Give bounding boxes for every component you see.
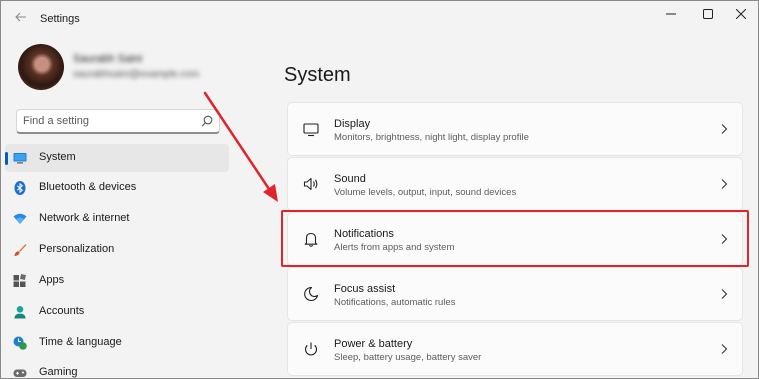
moon-icon [304, 286, 319, 302]
sidebar-item-label: Bluetooth & devices [39, 181, 137, 193]
system-icon [13, 153, 27, 164]
card-subtitle: Notifications, automatic rules [334, 297, 456, 308]
chevron-right-icon [721, 179, 728, 189]
maximize-icon [703, 9, 713, 19]
sidebar-item-label: Network & internet [39, 212, 130, 224]
brush-icon [14, 244, 27, 256]
title-bar: Settings [1, 1, 758, 37]
card-title: Power & battery [334, 338, 413, 350]
page-title: System [284, 64, 351, 86]
chevron-right-icon [721, 234, 728, 244]
accounts-icon [14, 306, 26, 319]
sidebar-item-label: Personalization [39, 243, 115, 255]
minimize-button[interactable] [654, 1, 688, 27]
sidebar-item-label: System [39, 151, 76, 163]
card-focus-assist[interactable]: Focus assist Notifications, automatic ru… [287, 267, 743, 321]
minimize-icon [666, 13, 676, 15]
card-subtitle: Alerts from apps and system [334, 242, 455, 253]
sidebar: Saurabh Saini saurabhsaini@example.com S… [1, 37, 241, 378]
main-content: System Display Monitors, brightness, nig… [241, 37, 758, 378]
sidebar-item-label: Accounts [39, 305, 85, 317]
chevron-right-icon [721, 124, 728, 134]
gaming-icon [13, 369, 27, 377]
chevron-right-icon [721, 344, 728, 354]
sidebar-item-bluetooth[interactable]: Bluetooth & devices [5, 174, 229, 202]
card-title: Focus assist [334, 283, 396, 295]
sidebar-item-label: Time & language [39, 336, 122, 348]
sidebar-item-personalization[interactable]: Personalization [5, 236, 229, 264]
app-title: Settings [40, 13, 80, 25]
selection-indicator [5, 152, 8, 165]
card-display[interactable]: Display Monitors, brightness, night ligh… [287, 102, 743, 156]
card-subtitle: Monitors, brightness, night light, displ… [334, 132, 529, 143]
bluetooth-icon [14, 181, 26, 195]
apps-icon [13, 274, 26, 287]
display-icon [303, 123, 319, 137]
close-button[interactable] [724, 1, 758, 27]
time-language-icon [13, 336, 27, 350]
sidebar-item-apps[interactable]: Apps [5, 267, 229, 295]
search-icon[interactable] [200, 114, 214, 128]
card-subtitle: Volume levels, output, input, sound devi… [334, 187, 517, 198]
sidebar-item-label: Apps [39, 274, 65, 286]
speaker-icon [303, 177, 318, 191]
wifi-icon [13, 213, 27, 224]
avatar[interactable] [18, 44, 64, 90]
chevron-right-icon [721, 289, 728, 299]
sidebar-item-gaming[interactable]: Gaming [5, 359, 229, 378]
bell-icon [304, 232, 318, 247]
search-input[interactable] [17, 114, 200, 128]
sidebar-item-time-language[interactable]: Time & language [5, 329, 229, 357]
card-title: Notifications [334, 228, 394, 240]
sidebar-item-label: Gaming [39, 366, 78, 378]
card-sound[interactable]: Sound Volume levels, output, input, soun… [287, 157, 743, 211]
card-notifications[interactable]: Notifications Alerts from apps and syste… [287, 212, 743, 266]
search-box[interactable] [16, 109, 220, 134]
card-subtitle: Sleep, battery usage, battery saver [334, 352, 482, 363]
back-arrow-icon[interactable] [13, 10, 29, 26]
card-title: Display [334, 118, 371, 130]
card-title: Sound [334, 173, 366, 185]
card-power-battery[interactable]: Power & battery Sleep, battery usage, ba… [287, 322, 743, 376]
user-name: Saurabh Saini [73, 53, 143, 65]
power-icon [305, 342, 317, 356]
sidebar-item-system[interactable]: System [5, 144, 229, 172]
maximize-button[interactable] [691, 1, 725, 27]
sidebar-item-network[interactable]: Network & internet [5, 205, 229, 233]
user-email: saurabhsaini@example.com [73, 69, 200, 80]
sidebar-item-accounts[interactable]: Accounts [5, 298, 229, 326]
close-icon [736, 9, 746, 19]
settings-window: Settings Saurabh Saini saurabhsaini@exam… [0, 0, 759, 379]
